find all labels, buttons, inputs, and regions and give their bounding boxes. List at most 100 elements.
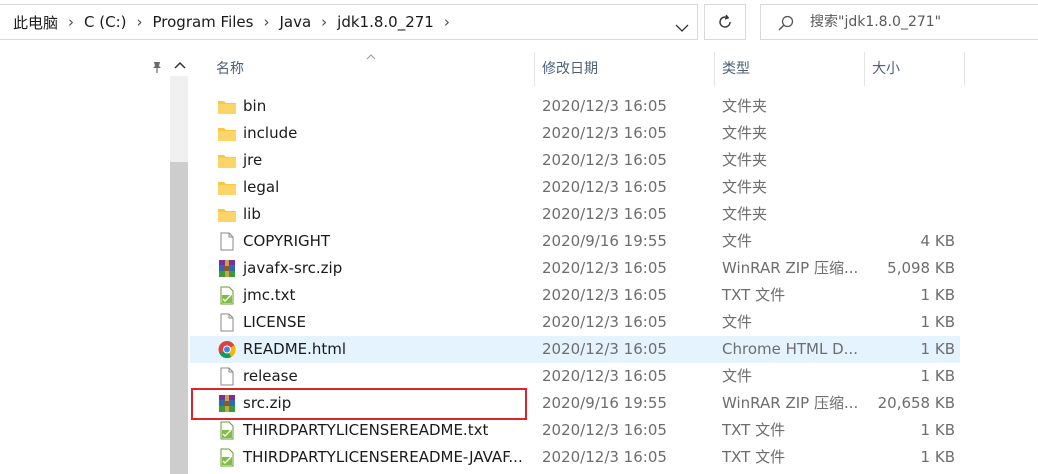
file-size (850, 201, 955, 228)
file-type: TXT 文件 (722, 421, 786, 439)
file-row[interactable]: bin 2020/12/3 16:05 文件夹 (190, 93, 960, 120)
column-type[interactable]: 类型 (722, 52, 750, 87)
file-type: TXT 文件 (722, 448, 786, 466)
file-name: legal (243, 178, 280, 196)
chevron-right-icon[interactable]: › (438, 13, 456, 31)
refresh-button[interactable] (704, 4, 746, 40)
file-row[interactable]: THIRDPARTYLICENSEREADME.txt 2020/12/3 16:… (190, 417, 960, 444)
file-name: COPYRIGHT (243, 232, 331, 250)
breadcrumb-jdk[interactable]: jdk1.8.0_271 (333, 13, 438, 31)
file-size: 1 KB (920, 286, 955, 304)
column-divider[interactable] (864, 52, 865, 86)
file-modified: 2020/12/3 16:05 (542, 340, 667, 358)
file-type: 文件夹 (722, 97, 768, 115)
file-icon (217, 367, 237, 386)
file-size: 1 KB (920, 448, 955, 466)
file-modified: 2020/12/3 16:05 (542, 367, 667, 385)
file-name: javafx-src.zip (243, 259, 343, 277)
file-name: THIRDPARTYLICENSEREADME.txt (243, 421, 489, 439)
column-header: 名称 修改日期 类型 大小 (190, 52, 1038, 87)
file-type: WinRAR ZIP 压缩... (722, 259, 859, 277)
breadcrumb-java[interactable]: Java (275, 13, 315, 31)
txt-file-icon (217, 421, 237, 440)
file-size (850, 120, 955, 147)
file-name: lib (243, 205, 261, 223)
file-size: 1 KB (920, 367, 955, 385)
file-row[interactable]: jre 2020/12/3 16:05 文件夹 (190, 147, 960, 174)
breadcrumb-this-pc[interactable]: 此电脑 (9, 12, 62, 33)
file-size: 1 KB (920, 421, 955, 439)
file-modified: 2020/12/3 16:05 (542, 205, 667, 223)
folder-icon (217, 97, 237, 116)
column-divider[interactable] (964, 52, 965, 86)
search-input[interactable]: 搜索"jdk1.8.0_271" (810, 5, 941, 39)
file-type: 文件 (722, 367, 753, 385)
top-bar: 此电脑 › C (C:) › Program Files › Java › jd… (0, 0, 1038, 48)
file-row[interactable]: README.html 2020/12/3 16:05 Chrome HTML D.… (190, 336, 960, 363)
file-size (850, 174, 955, 201)
file-modified: 2020/12/3 16:05 (542, 97, 667, 115)
chevron-down-icon[interactable] (667, 13, 697, 43)
nav-scrollbar-thumb[interactable] (170, 162, 188, 474)
chrome-html-icon (217, 340, 237, 359)
winrar-zip-icon (217, 259, 237, 278)
file-size (850, 93, 955, 120)
file-modified: 2020/12/3 16:05 (542, 286, 667, 304)
file-modified: 2020/9/16 19:55 (542, 232, 667, 250)
file-name: jre (243, 151, 263, 169)
file-type: 文件夹 (722, 124, 768, 142)
highlight-box (191, 388, 527, 420)
navigation-pane (0, 52, 190, 474)
scroll-up-arrow-icon[interactable] (172, 58, 188, 74)
txt-file-icon (217, 448, 237, 467)
txt-file-icon (217, 286, 237, 305)
file-name: README.html (243, 340, 347, 358)
file-modified: 2020/12/3 16:05 (542, 259, 667, 277)
breadcrumb-c-drive[interactable]: C (C:) (80, 13, 130, 31)
file-size (850, 147, 955, 174)
file-row[interactable]: lib 2020/12/3 16:05 文件夹 (190, 201, 960, 228)
folder-icon (217, 205, 237, 224)
file-name: jmc.txt (243, 286, 296, 304)
file-type: TXT 文件 (722, 286, 786, 304)
chevron-right-icon[interactable]: › (131, 13, 149, 31)
pin-icon[interactable] (150, 60, 164, 74)
file-size: 20,658 KB (877, 394, 955, 412)
column-modified[interactable]: 修改日期 (542, 52, 598, 87)
chevron-right-icon[interactable]: › (315, 13, 333, 31)
breadcrumb: 此电脑 › C (C:) › Program Files › Java › jd… (9, 5, 456, 39)
column-divider[interactable] (714, 52, 715, 86)
file-icon (217, 232, 237, 251)
column-name[interactable]: 名称 (216, 52, 244, 87)
file-name: include (243, 124, 298, 142)
breadcrumb-program-files[interactable]: Program Files (149, 13, 258, 31)
file-row[interactable]: LICENSE 2020/12/3 16:05 文件 1 KB (190, 309, 960, 336)
file-row[interactable]: THIRDPARTYLICENSEREADME-JAVAF... 2020/12/… (190, 444, 960, 471)
address-bar[interactable]: 此电脑 › C (C:) › Program Files › Java › jd… (0, 4, 698, 40)
file-type: 文件 (722, 313, 753, 331)
file-row[interactable]: javafx-src.zip 2020/12/3 16:05 WinRAR ZIP … (190, 255, 960, 282)
folder-icon (217, 124, 237, 143)
file-modified: 2020/12/3 16:05 (542, 178, 667, 196)
file-row[interactable]: release 2020/12/3 16:05 文件 1 KB (190, 363, 960, 390)
file-size: 1 KB (920, 340, 955, 358)
search-box[interactable]: 搜索"jdk1.8.0_271" (760, 4, 1038, 40)
column-divider[interactable] (534, 52, 535, 86)
file-type: 文件夹 (722, 151, 768, 169)
file-name: THIRDPARTYLICENSEREADME-JAVAF... (243, 448, 523, 466)
file-modified: 2020/12/3 16:05 (542, 124, 667, 142)
column-size[interactable]: 大小 (872, 52, 900, 87)
file-modified: 2020/12/3 16:05 (542, 151, 667, 169)
file-type: 文件夹 (722, 178, 768, 196)
file-type: Chrome HTML D... (722, 340, 858, 358)
folder-icon (217, 178, 237, 197)
folder-icon (217, 151, 237, 170)
file-size: 1 KB (920, 313, 955, 331)
file-row[interactable]: jmc.txt 2020/12/3 16:05 TXT 文件 1 KB (190, 282, 960, 309)
refresh-icon (719, 14, 731, 28)
chevron-right-icon[interactable]: › (62, 13, 80, 31)
file-row[interactable]: legal 2020/12/3 16:05 文件夹 (190, 174, 960, 201)
file-row[interactable]: COPYRIGHT 2020/9/16 19:55 文件 4 KB (190, 228, 960, 255)
file-row[interactable]: include 2020/12/3 16:05 文件夹 (190, 120, 960, 147)
chevron-right-icon[interactable]: › (257, 13, 275, 31)
